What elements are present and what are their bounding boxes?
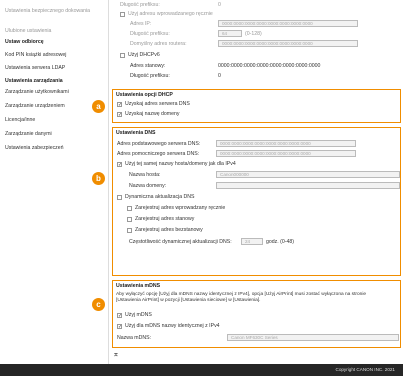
same-host-label: Użyj tej samej nazwy hosta/domeny jak dl… — [125, 161, 236, 167]
dns-primary-label: Adres podstawowego serwera DNS: — [117, 141, 201, 147]
sidebar-item-license[interactable]: Licencja/inne — [0, 115, 108, 126]
reg-state-checkbox[interactable] — [127, 217, 132, 222]
dns-primary-field[interactable]: 0000:0000:0000:0000:0000:0000:0000:0000 — [216, 140, 356, 147]
use-mdns-checkbox[interactable]: ✓ — [117, 313, 122, 319]
mdns-same-name-checkbox[interactable]: ✓ — [117, 324, 122, 330]
prefix-top-value: 0 — [218, 2, 221, 8]
ip-label: Adres IP: — [130, 21, 152, 27]
dns-secondary-label: Adres pomocniczego serwera DNS: — [117, 151, 200, 157]
dhcp-dns-checkbox[interactable]: ✓ — [117, 102, 122, 108]
mdns-settings-section: Ustawienia mDNS Aby wyłączyć opcję [Użyj… — [112, 280, 401, 348]
ip-field[interactable]: 0000:0000:0000:0000:0000:0000:0000:0000 — [218, 20, 358, 27]
manual-address-checkbox[interactable] — [120, 12, 125, 17]
scroll-top-icon[interactable]: ⌅ — [113, 350, 119, 358]
mdns-name-field[interactable]: Canon MF630C Series — [227, 334, 399, 341]
dhcp-domain-label: Uzyskaj nazwę domeny — [125, 111, 180, 117]
reg-stateless-label: Zarejestruj adres bezstanowy — [135, 227, 203, 233]
footer: Copyright CANON INC. 2021 — [0, 364, 403, 376]
dhcp-dns-label: Uzyskaj adres serwera DNS — [125, 101, 190, 107]
same-host-checkbox[interactable]: ✓ — [117, 162, 122, 168]
sidebar-item-address-pin[interactable]: Kod PIN książki adresowej — [0, 50, 108, 61]
prefix-range: (0-128) — [245, 31, 262, 37]
freq-unit: godz. (0-48) — [266, 239, 294, 245]
prefix-field[interactable]: 64 — [218, 30, 242, 37]
mdns-same-name-label: Użyj dla mDNS nazwy identycznej z IPv4 — [125, 323, 220, 329]
reg-stateless-checkbox[interactable] — [127, 228, 132, 233]
sidebar-item-favorites[interactable]: Ulubione ustawienia — [0, 26, 108, 37]
sidebar-item-data[interactable]: Zarządzanie danymi — [0, 129, 108, 140]
dhcp-domain-checkbox[interactable]: ✓ — [117, 112, 122, 118]
router-field[interactable]: 0000:0000:0000:0000:0000:0000:0000:0000 — [218, 40, 358, 47]
sidebar-header-recipient: Ustaw odbiorcę — [5, 39, 44, 45]
sidebar-item-ldap[interactable]: Ustawienia serwera LDAP — [0, 63, 108, 74]
state-address-value: 0000:0000:0000:0000:0000:0000:0000:0000 — [218, 63, 321, 69]
badge-a: a — [92, 100, 105, 113]
domain-field[interactable] — [216, 182, 400, 189]
dns-secondary-field[interactable]: 0000:0000:0000:0000:0000:0000:0000:0000 — [216, 150, 356, 157]
mdns-name-label: Nazwa mDNS: — [117, 335, 152, 341]
sidebar-item-security[interactable]: Ustawienia zabezpieczeń — [0, 143, 108, 154]
badge-c: c — [92, 298, 105, 311]
mdns-section-title: Ustawienia mDNS — [116, 283, 161, 289]
sidebar: Ustawienia bezpiecznego dokowania Ulubio… — [0, 0, 109, 376]
prefix2-label: Długość prefiksu: — [130, 73, 170, 79]
dhcp-options-section: Ustawienia opcji DHCP ✓ Uzyskaj adres se… — [112, 89, 401, 123]
host-field[interactable]: Canon000000 — [216, 171, 400, 178]
host-label: Nazwa hosta: — [129, 172, 161, 178]
dns-section-title: Ustawienia DNS — [116, 130, 156, 136]
dyn-dns-checkbox[interactable] — [117, 195, 122, 200]
prefix2-value: 0 — [218, 73, 221, 79]
sidebar-item-users[interactable]: Zarządzanie użytkownikami — [0, 87, 108, 98]
reg-state-label: Zarejestruj adres stanowy — [135, 216, 195, 222]
router-label: Domyślny adres routera: — [130, 41, 187, 47]
state-address-label: Adres stanowy: — [130, 63, 166, 69]
dhcp-section-title: Ustawienia opcji DHCP — [116, 92, 173, 98]
sidebar-item-secure-docking[interactable]: Ustawienia bezpiecznego dokowania — [0, 6, 108, 23]
prefix-top-label: Długość prefiksu: — [120, 2, 160, 8]
use-mdns-label: Użyj mDNS — [125, 312, 152, 318]
badge-b: b — [92, 172, 105, 185]
manual-address-label: Użyj adresu wprowadzanego ręcznie — [128, 11, 213, 17]
reg-manual-label: Zarejestruj adres wprowadzany ręcznie — [135, 205, 226, 211]
dns-settings-section: Ustawienia DNS Adres podstawowego serwer… — [112, 127, 401, 276]
prefix-label: Długość prefiksu: — [130, 31, 170, 37]
reg-manual-checkbox[interactable] — [127, 206, 132, 211]
freq-field[interactable]: 24 — [241, 238, 263, 245]
freq-label: Częstotliwość dynamicznej aktualizacji D… — [129, 239, 232, 245]
mdns-description: Aby wyłączyć opcję [Użyj dla mDNS nazwy … — [116, 292, 367, 303]
main-content: Długość prefiksu: 0 Użyj adresu wprowadz… — [112, 0, 403, 364]
copyright-text: Copyright CANON INC. 2021 — [335, 367, 396, 372]
dyn-dns-label: Dynamiczna aktualizacja DNS — [125, 194, 195, 200]
dhcpv6-label: Użyj DHCPv6 — [128, 52, 160, 58]
domain-label: Nazwa domeny: — [129, 183, 167, 189]
sidebar-header-management: Ustawienia zarządzania — [5, 78, 63, 84]
dhcpv6-checkbox[interactable] — [120, 53, 125, 58]
